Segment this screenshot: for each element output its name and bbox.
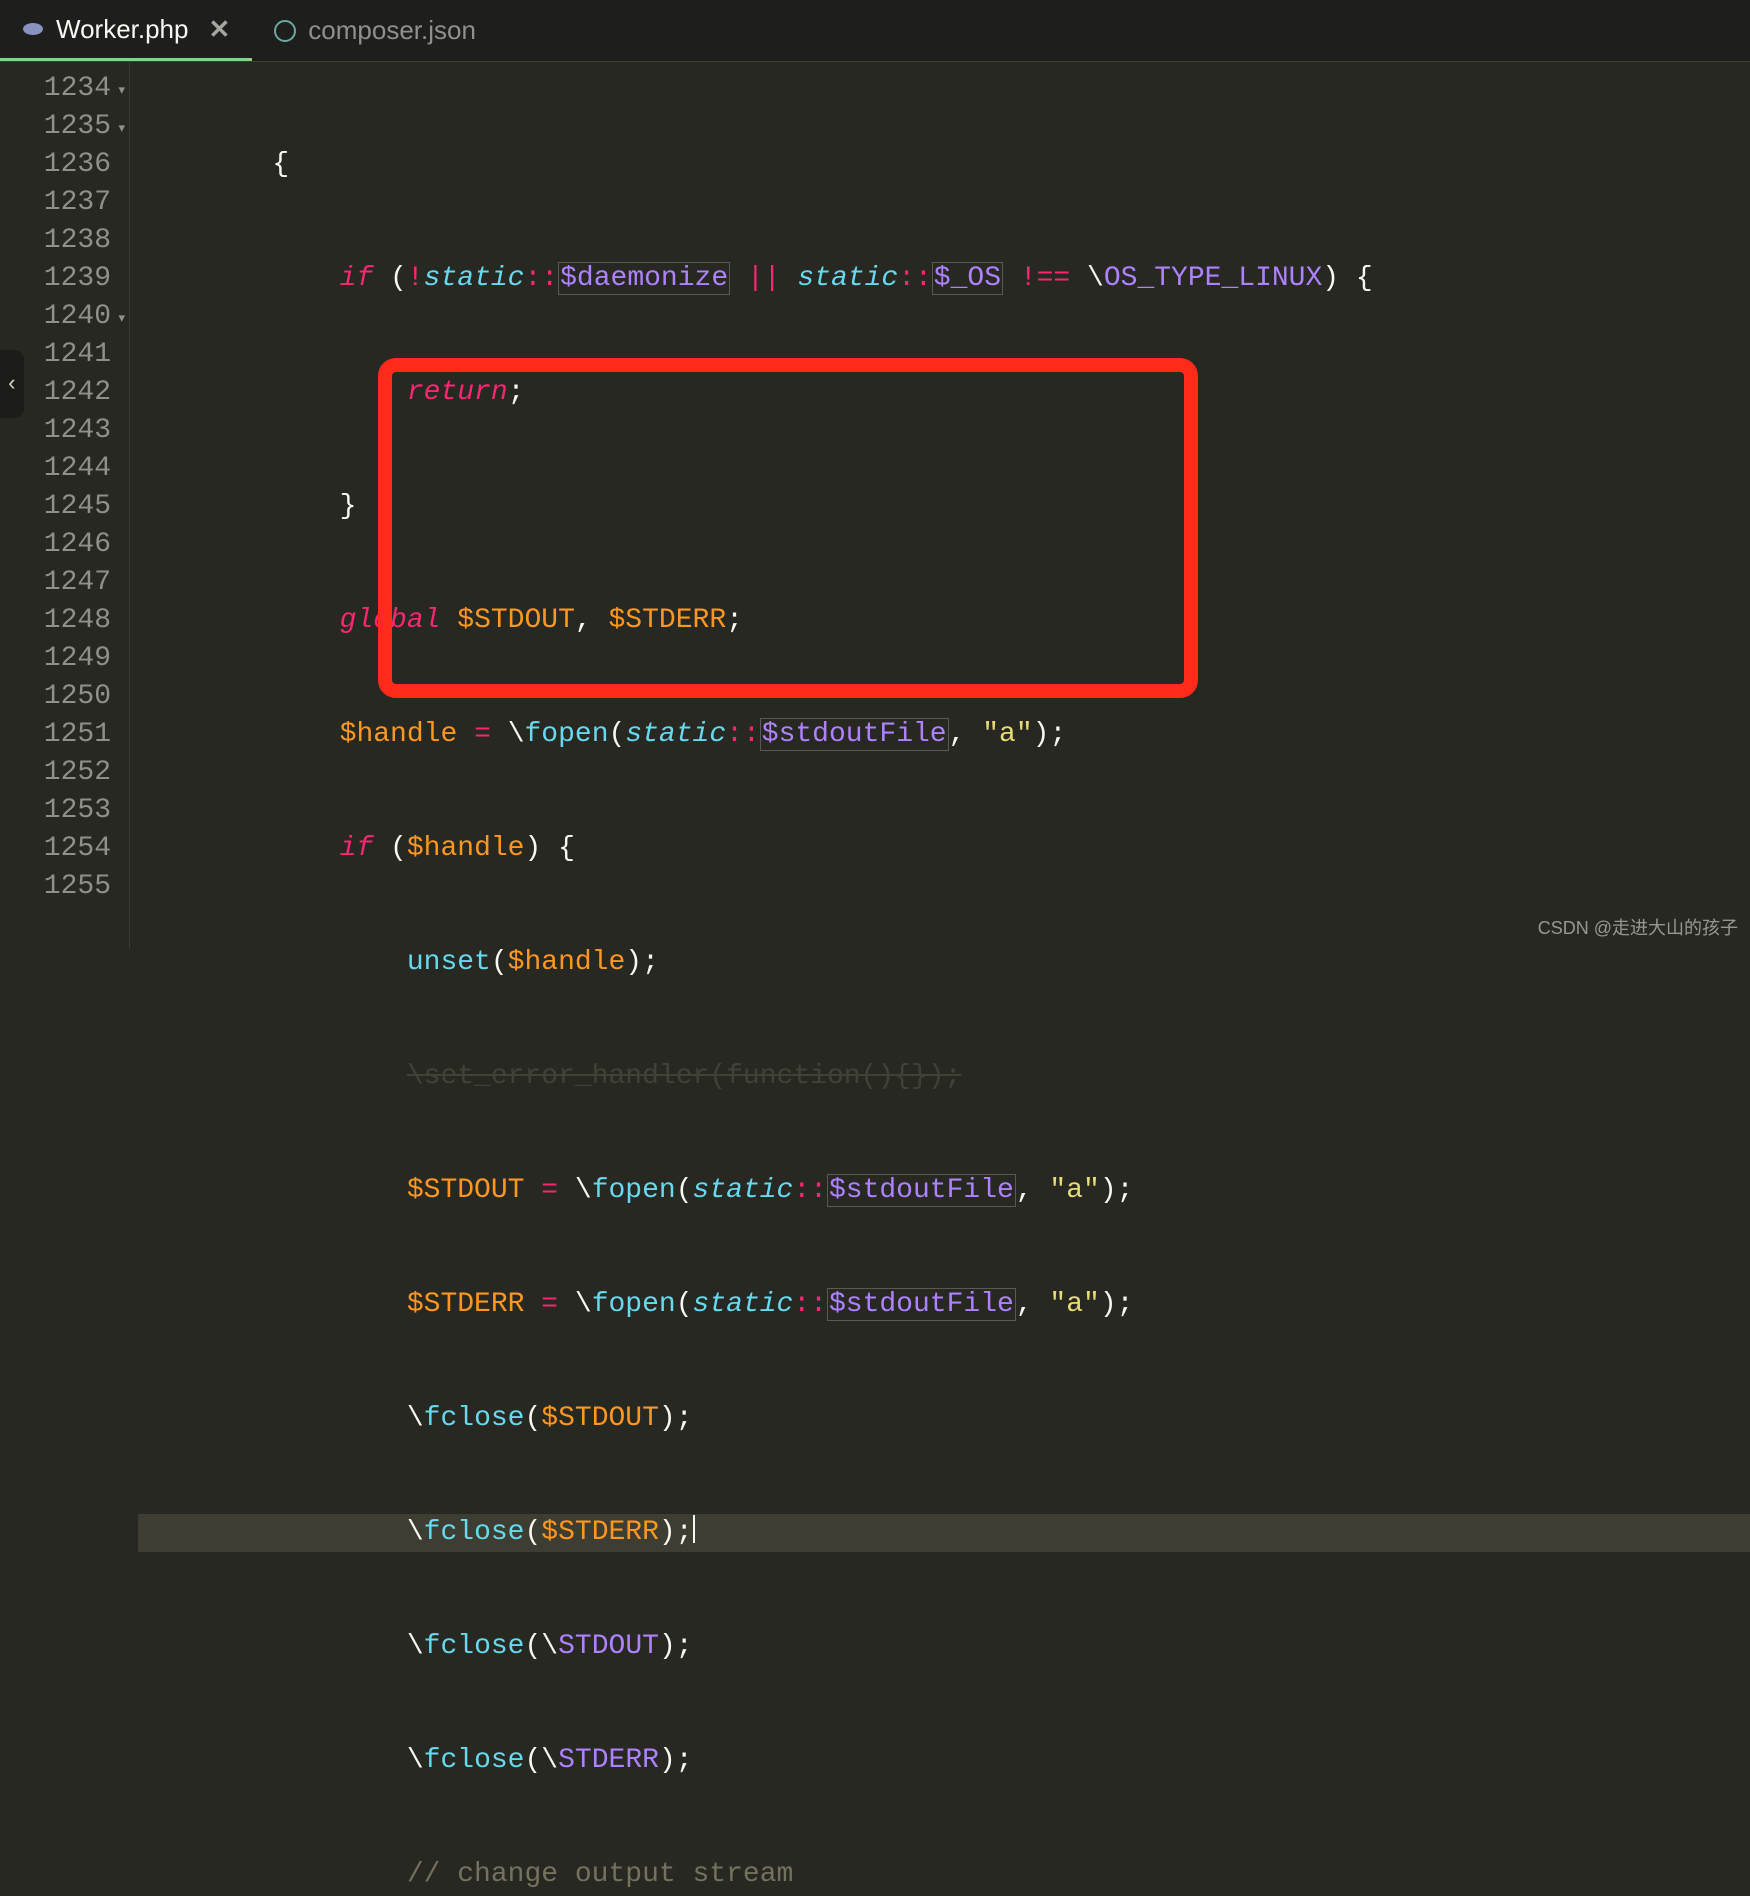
gutter: 1234▾1235▾12361237123812391240▾124112421… xyxy=(0,62,130,948)
line-number: 1249 xyxy=(0,640,111,678)
line-number: 1248 xyxy=(0,602,111,640)
line-number: 1238 xyxy=(0,222,111,260)
line-number: 1254 xyxy=(0,830,111,868)
line-number: 1236 xyxy=(0,146,111,184)
line-number: 1251 xyxy=(0,716,111,754)
tab-bar: Worker.php ✕ composer.json xyxy=(0,0,1750,62)
watermark: CSDN @走进大山的孩子 xyxy=(1538,914,1738,940)
line-number: 1234▾ xyxy=(0,70,111,108)
fold-marker-icon[interactable]: ▾ xyxy=(118,300,125,338)
line-number: 1247 xyxy=(0,564,111,602)
line-number: 1246 xyxy=(0,526,111,564)
php-icon xyxy=(22,18,44,40)
line-number: 1255 xyxy=(0,868,111,906)
line-number: 1253 xyxy=(0,792,111,830)
fold-marker-icon[interactable]: ▾ xyxy=(118,110,125,148)
line-number: 1245 xyxy=(0,488,111,526)
line-number: 1239 xyxy=(0,260,111,298)
line-number: 1250 xyxy=(0,678,111,716)
text-cursor xyxy=(693,1515,695,1543)
line-number: 1237 xyxy=(0,184,111,222)
close-icon[interactable]: ✕ xyxy=(208,14,230,45)
json-icon xyxy=(274,20,296,42)
brace-open: { xyxy=(272,149,289,180)
side-panel-handle[interactable]: ‹ xyxy=(0,350,24,418)
code-area[interactable]: { if (!static::$daemonize || static::$_O… xyxy=(130,62,1750,948)
fold-marker-icon[interactable]: ▾ xyxy=(118,72,125,110)
tab-label: composer.json xyxy=(308,15,476,46)
editor-area: 1234▾1235▾12361237123812391240▾124112421… xyxy=(0,62,1750,948)
line-number: 1235▾ xyxy=(0,108,111,146)
line-number: 1252 xyxy=(0,754,111,792)
tab-label: Worker.php xyxy=(56,14,188,45)
line-number: 1243 xyxy=(0,412,111,450)
tab-worker-php[interactable]: Worker.php ✕ xyxy=(0,0,252,61)
line-number: 1244 xyxy=(0,450,111,488)
line-number: 1240▾ xyxy=(0,298,111,336)
tab-composer-json[interactable]: composer.json xyxy=(252,0,498,61)
